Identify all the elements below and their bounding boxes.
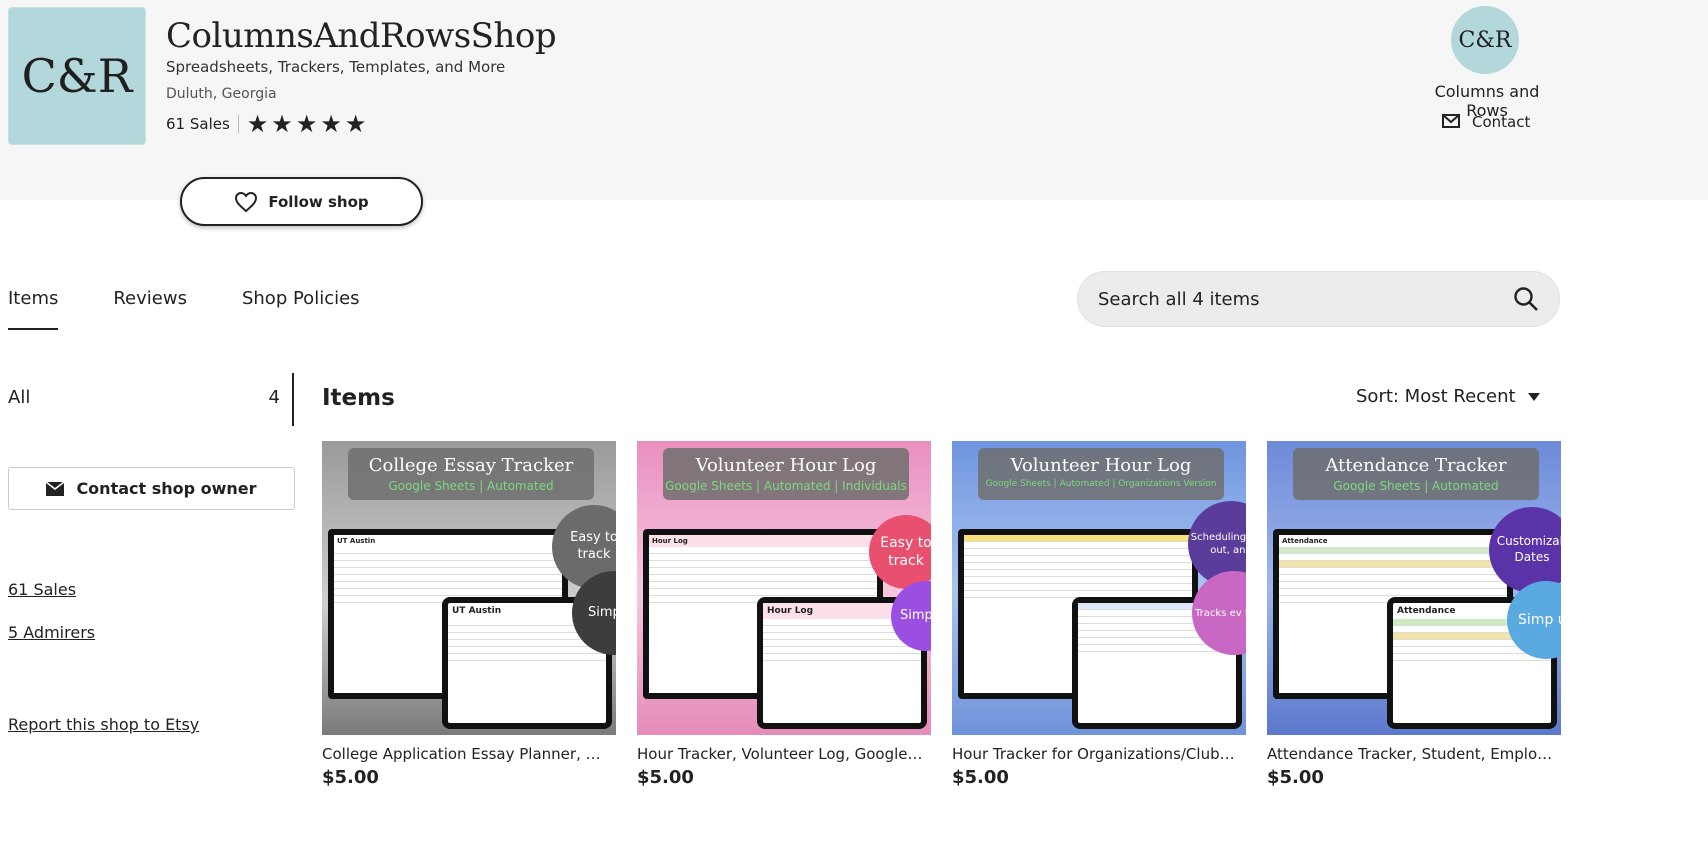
owner-avatar[interactable]: C&R [1451, 6, 1519, 74]
items-heading: Items [322, 385, 395, 411]
shop-location: Duluth, Georgia [166, 86, 277, 102]
banner-title: Volunteer Hour Log [1010, 455, 1192, 476]
listing-image[interactable]: College Essay Tracker Google Sheets | Au… [322, 441, 616, 735]
listing-price: $5.00 [637, 767, 694, 788]
sheet-title: Hour Log [649, 535, 877, 547]
mail-icon [46, 481, 65, 496]
star-icon: ★ [246, 110, 269, 138]
contact-shop-owner-button[interactable]: Contact shop owner [8, 467, 295, 510]
listing-title[interactable]: College Application Essay Planner, Or... [322, 745, 612, 763]
listing-price: $5.00 [322, 767, 379, 788]
admirers-link[interactable]: 5 Admirers [8, 623, 95, 642]
shop-tabs: Items Reviews Shop Policies [8, 288, 360, 330]
sales-count: 61 Sales [166, 115, 230, 133]
contact-label: Contact [1472, 113, 1531, 131]
shop-logo[interactable]: C&R [8, 7, 146, 145]
sales-link[interactable]: 61 Sales [8, 580, 76, 599]
report-shop-link[interactable]: Report this shop to Etsy [8, 715, 199, 734]
banner-subtitle: Google Sheets | Automated [388, 479, 554, 493]
star-icon: ★ [295, 110, 318, 138]
contact-shop-owner-label: Contact shop owner [76, 479, 257, 498]
star-icon: ★ [320, 110, 342, 138]
listing-image-banner: Attendance Tracker Google Sheets | Autom… [1293, 448, 1539, 500]
star-icon: ★ [344, 110, 367, 138]
listing-card[interactable]: College Essay Tracker Google Sheets | Au… [322, 441, 616, 788]
listing-card[interactable]: Volunteer Hour Log Google Sheets | Autom… [952, 441, 1246, 788]
listing-image-banner: College Essay Tracker Google Sheets | Au… [348, 448, 594, 500]
item-grid: College Essay Tracker Google Sheets | Au… [322, 441, 1561, 788]
banner-subtitle: Google Sheets | Automated | Organization… [985, 479, 1217, 489]
heart-icon [235, 191, 258, 212]
active-indicator [292, 373, 294, 426]
sidebar-item-all[interactable]: All 4 [8, 387, 294, 408]
tab-items[interactable]: Items [8, 288, 59, 330]
banner-title: College Essay Tracker [368, 455, 574, 476]
sort-dropdown[interactable]: Sort: Most Recent [1356, 386, 1540, 407]
listing-title[interactable]: Attendance Tracker, Student, Employe... [1267, 745, 1557, 763]
sidebar-item-label: All [8, 387, 31, 408]
sort-label: Sort: Most Recent [1356, 386, 1516, 407]
shop-tagline: Spreadsheets, Trackers, Templates, and M… [166, 58, 506, 76]
listing-image[interactable]: Volunteer Hour Log Google Sheets | Autom… [637, 441, 931, 735]
tab-reviews[interactable]: Reviews [113, 288, 187, 327]
listing-price: $5.00 [1267, 767, 1324, 788]
listing-image[interactable]: Attendance Tracker Google Sheets | Autom… [1267, 441, 1561, 735]
search-icon[interactable] [1513, 286, 1539, 312]
follow-shop-button[interactable]: Follow shop [180, 177, 423, 226]
sales-rating-row: 61 Sales ★ ★ ★ ★ ★ [166, 112, 366, 136]
tab-shop-policies[interactable]: Shop Policies [242, 288, 360, 327]
mail-icon [1442, 114, 1460, 128]
listing-price: $5.00 [952, 767, 1009, 788]
sheet-title: UT Austin [337, 537, 376, 545]
sidebar-item-count: 4 [268, 387, 280, 408]
search-bar [1077, 271, 1560, 327]
caret-down-icon [1527, 392, 1540, 401]
search-input[interactable] [1098, 288, 1513, 310]
banner-subtitle: Google Sheets | Automated [1333, 479, 1499, 493]
listing-image[interactable]: Volunteer Hour Log Google Sheets | Autom… [952, 441, 1246, 735]
banner-title: Volunteer Hour Log [695, 455, 877, 476]
listing-title[interactable]: Hour Tracker for Organizations/Clubs, ..… [952, 745, 1242, 763]
banner-title: Attendance Tracker [1325, 455, 1507, 476]
listing-card[interactable]: Attendance Tracker Google Sheets | Autom… [1267, 441, 1561, 788]
divider [237, 115, 239, 133]
contact-button[interactable]: Contact [1442, 113, 1530, 131]
listing-card[interactable]: Volunteer Hour Log Google Sheets | Autom… [637, 441, 931, 788]
banner-subtitle: Google Sheets | Automated | Individuals [665, 479, 907, 493]
follow-shop-label: Follow shop [268, 192, 369, 211]
listing-image-banner: Volunteer Hour Log Google Sheets | Autom… [663, 448, 909, 500]
listing-title[interactable]: Hour Tracker, Volunteer Log, Google S... [637, 745, 927, 763]
star-rating[interactable]: ★ ★ ★ ★ ★ [247, 112, 367, 136]
shop-name: ColumnsAndRowsShop [166, 16, 557, 56]
sheet-title: Attendance [1282, 537, 1328, 545]
star-icon: ★ [271, 110, 293, 138]
listing-image-banner: Volunteer Hour Log Google Sheets | Autom… [978, 448, 1224, 500]
